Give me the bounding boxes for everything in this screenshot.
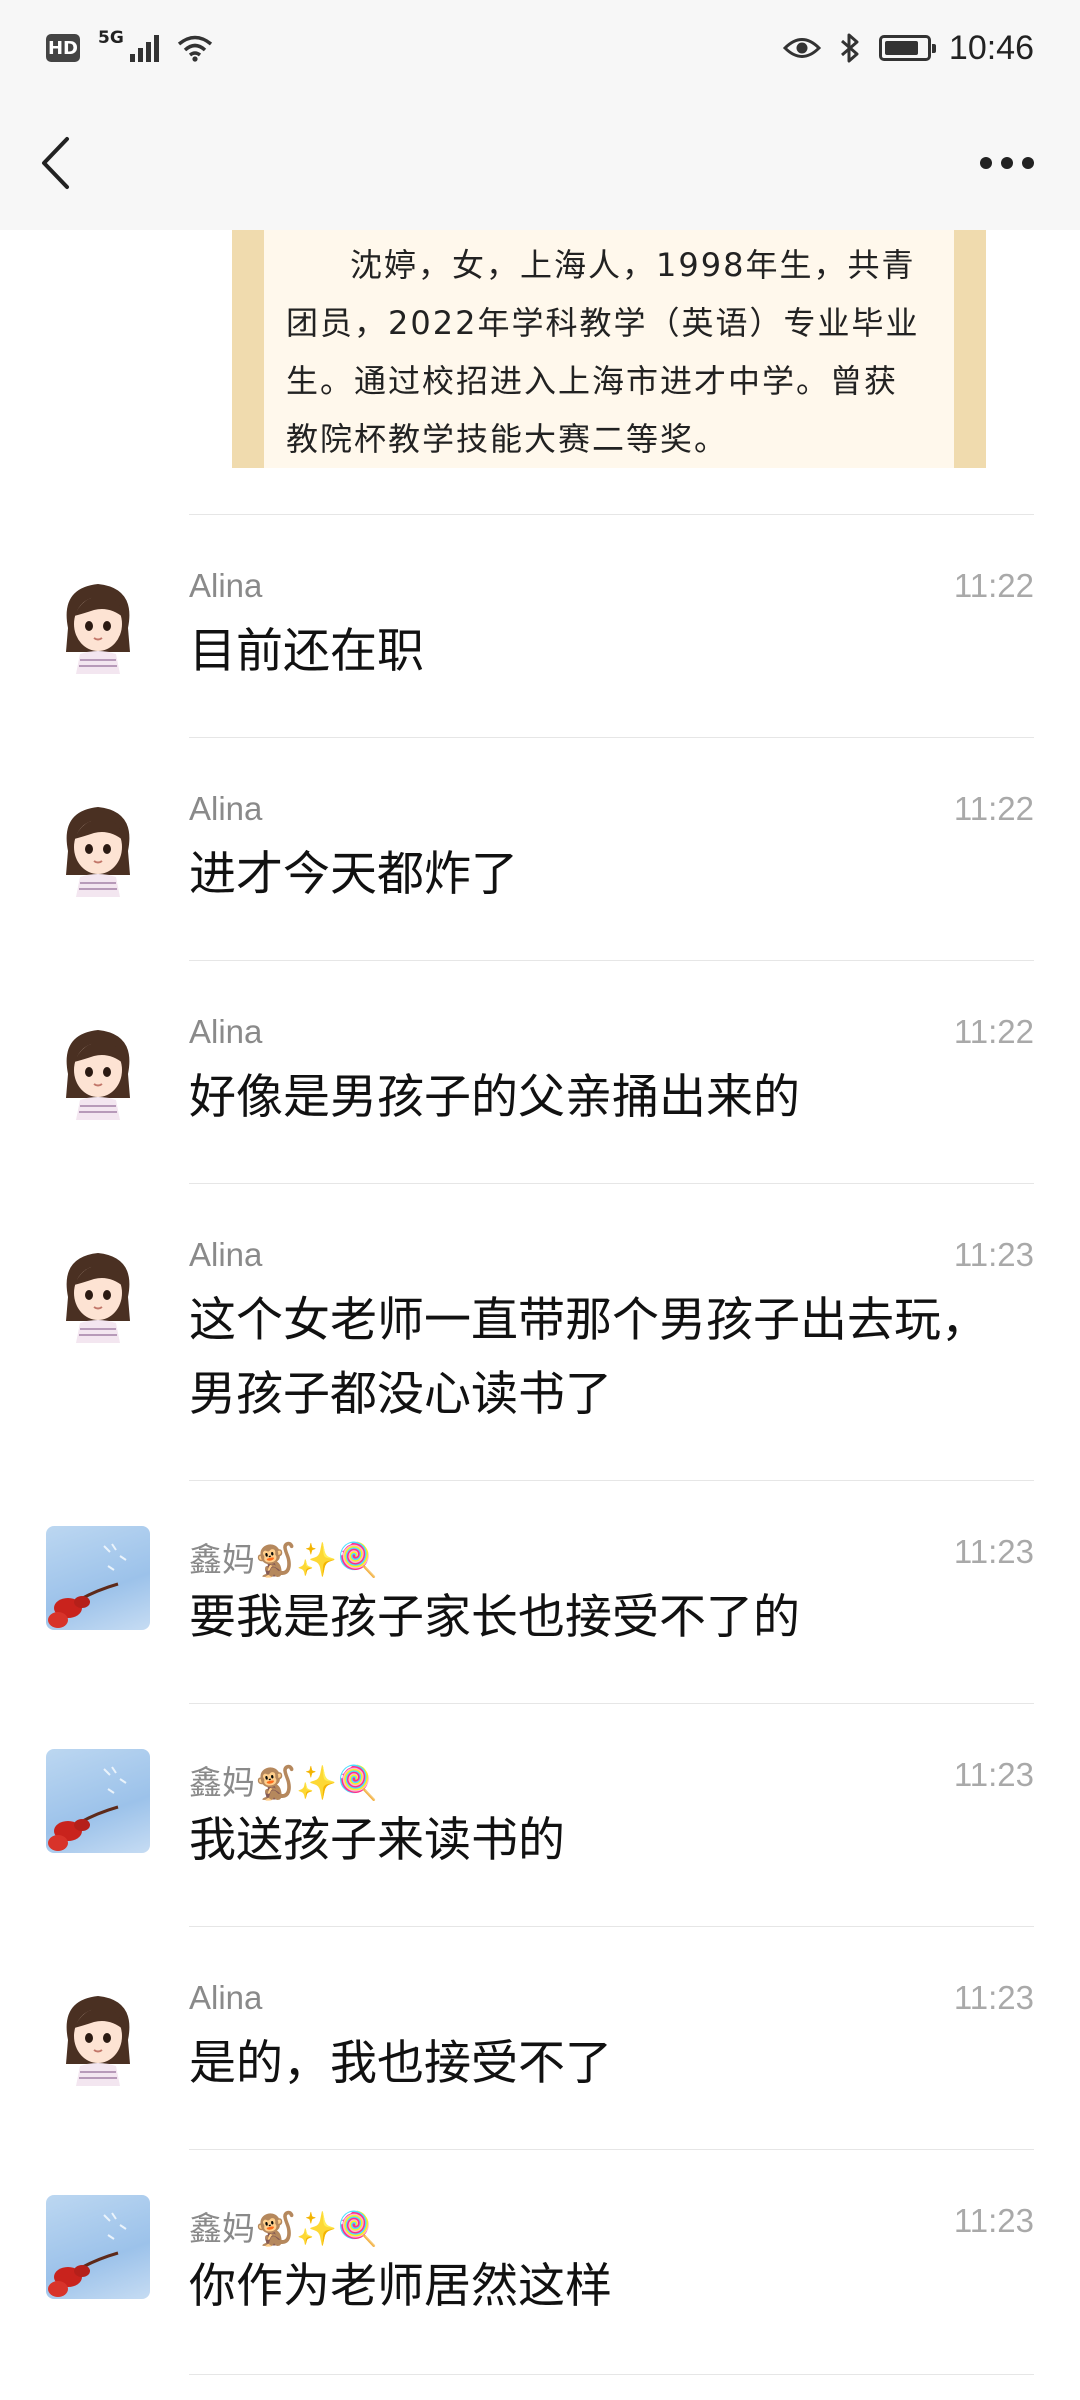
sender-name: 鑫妈🐒✨🍭 bbox=[189, 1541, 379, 1578]
message-text: 你作为老师居然这样 bbox=[189, 2259, 612, 2314]
divider bbox=[189, 960, 1034, 961]
shared-article-image[interactable]: 沈婷，女，上海人，1998年生，共青团员，2022年学科教学（英语）专业毕业生。… bbox=[232, 230, 986, 468]
girl-avatar-icon bbox=[66, 1253, 130, 1343]
eye-icon bbox=[782, 38, 821, 58]
girl-avatar-icon bbox=[66, 1996, 130, 2086]
message-text: 目前还在职 bbox=[189, 624, 424, 679]
message-text: 这个女老师一直带那个男孩子出去玩，男孩子都没心读书了 bbox=[189, 1293, 988, 1422]
avatar[interactable] bbox=[46, 793, 150, 897]
divider bbox=[189, 2149, 1034, 2150]
message-text: 好像是男孩子的父亲捅出来的 bbox=[189, 1070, 800, 1125]
sender-name: 鑫妈🐒✨🍭 bbox=[189, 1764, 379, 1801]
message-time: 11:22 bbox=[953, 567, 1034, 604]
battery-icon bbox=[878, 35, 936, 61]
divider bbox=[189, 1703, 1034, 1704]
message-time: 11:23 bbox=[953, 1236, 1034, 1273]
sender-name: Alina bbox=[189, 1979, 263, 2016]
clock: 10:46 bbox=[948, 28, 1034, 67]
message-time: 11:23 bbox=[953, 1979, 1034, 2016]
article-text: 沈婷，女，上海人，1998年生，共青团员，2022年学科教学（英语）专业毕业生。… bbox=[286, 246, 920, 458]
divider bbox=[189, 1480, 1034, 1481]
sky-flower-avatar-icon bbox=[48, 1543, 127, 1628]
message-time: 11:22 bbox=[953, 1013, 1034, 1050]
sender-name: Alina bbox=[189, 567, 263, 604]
message-time: 11:23 bbox=[953, 2202, 1034, 2239]
avatar[interactable] bbox=[46, 1016, 150, 1120]
message-text: 要我是孩子家长也接受不了的 bbox=[189, 1590, 800, 1645]
girl-avatar-icon bbox=[66, 807, 130, 897]
avatar[interactable] bbox=[46, 570, 150, 674]
avatar[interactable] bbox=[46, 1982, 150, 2086]
divider bbox=[189, 737, 1034, 738]
network-type: 5G bbox=[98, 28, 124, 48]
status-bar: HD 5G 10:46 bbox=[0, 0, 1080, 96]
message-text: 进才今天都炸了 bbox=[189, 847, 518, 902]
message-time: 11:23 bbox=[953, 1533, 1034, 1570]
avatar[interactable] bbox=[46, 1526, 150, 1630]
chat-header bbox=[0, 96, 1080, 230]
sender-name: 鑫妈🐒✨🍭 bbox=[189, 2210, 379, 2247]
message-time: 11:23 bbox=[953, 1756, 1034, 1793]
sender-name: Alina bbox=[189, 1013, 263, 1050]
back-chevron-icon[interactable] bbox=[40, 133, 84, 193]
divider bbox=[189, 2374, 1034, 2375]
divider bbox=[189, 1926, 1034, 1927]
sender-name: Alina bbox=[189, 1236, 263, 1273]
status-right: 10:46 bbox=[782, 28, 1034, 68]
avatar[interactable] bbox=[46, 1749, 150, 1853]
signal-icon bbox=[129, 34, 159, 62]
bluetooth-icon bbox=[840, 33, 859, 63]
girl-avatar-icon bbox=[66, 584, 130, 674]
sender-name: Alina bbox=[189, 790, 263, 827]
message-time: 11:22 bbox=[953, 790, 1034, 827]
divider bbox=[189, 514, 1034, 515]
wifi-icon bbox=[177, 35, 212, 62]
girl-avatar-icon bbox=[66, 1030, 130, 1120]
message-text: 是的，我也接受不了 bbox=[189, 2036, 612, 2091]
avatar[interactable] bbox=[46, 1239, 150, 1343]
sky-flower-avatar-icon bbox=[48, 1766, 127, 1851]
message-text: 我送孩子来读书的 bbox=[189, 1813, 565, 1868]
more-dots-icon[interactable] bbox=[970, 147, 1044, 179]
avatar[interactable] bbox=[46, 2195, 150, 2299]
hd-badge: HD bbox=[46, 34, 80, 62]
status-left: HD 5G bbox=[46, 28, 213, 62]
sky-flower-avatar-icon bbox=[48, 2212, 127, 2297]
divider bbox=[189, 1183, 1034, 1184]
